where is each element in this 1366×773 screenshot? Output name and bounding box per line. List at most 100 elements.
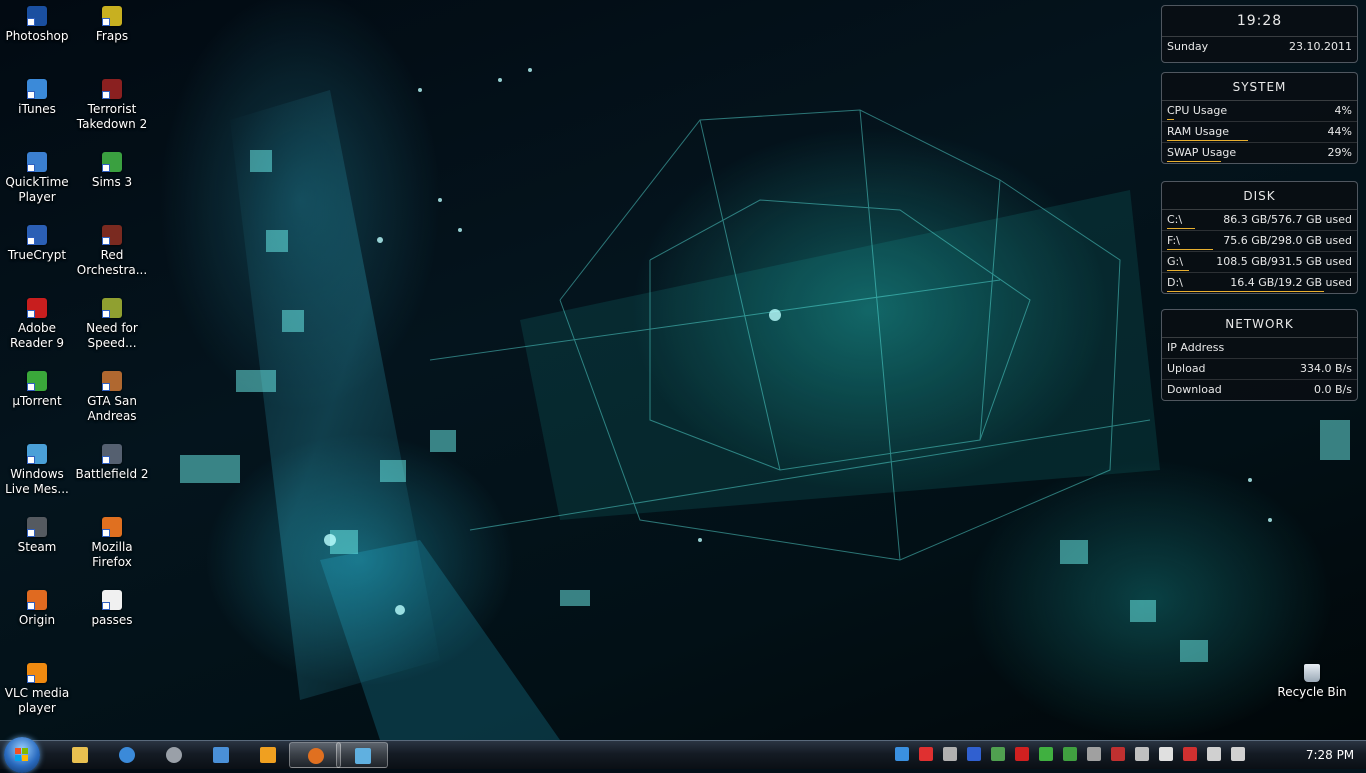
network-gadget[interactable]: NETWORK IP Address Upload 334.0 B/s Downloa… [1161, 309, 1358, 401]
desktop-icon-photoshop[interactable]: Photoshop [0, 6, 74, 44]
origin-tray-icon[interactable] [919, 747, 933, 761]
network-rows: IP Address Upload 334.0 B/s Download 0.0 B/s [1162, 338, 1357, 400]
network-row-upload: Upload 334.0 B/s [1162, 359, 1357, 380]
taskbar-button-firefox[interactable] [289, 742, 341, 768]
gadget-row-value: 29% [1327, 146, 1352, 159]
gadget-row-value: 0.0 B/s [1314, 383, 1352, 396]
gadget-row-value: 4% [1334, 104, 1352, 117]
media-player-icon [260, 747, 276, 763]
disk-row-d: D:\ 16.4 GB/19.2 GB used [1162, 273, 1357, 293]
disk-row-f: F:\ 75.6 GB/298.0 GB used [1162, 231, 1357, 252]
uplay-icon[interactable] [895, 747, 909, 761]
outlook-icon [213, 747, 229, 763]
adobe-reader-9-icon [27, 298, 47, 318]
desktop-icon-battlefield-2[interactable]: Battlefield 2 [75, 444, 149, 482]
desktop-icon-need-for-speed[interactable]: Need for Speed... [75, 298, 149, 351]
passes-icon [102, 590, 122, 610]
bluetooth-icon[interactable] [967, 747, 981, 761]
gadget-date: 23.10.2011 [1289, 40, 1352, 53]
gadget-row-value: 44% [1327, 125, 1352, 138]
desktop-icon-steam[interactable]: Steam [0, 517, 74, 555]
usage-bar [1167, 161, 1221, 162]
gadget-row-label: CPU Usage [1167, 104, 1228, 117]
drop-icon[interactable] [1135, 747, 1149, 761]
desktop-icon-adobe-reader-9[interactable]: Adobe Reader 9 [0, 298, 74, 351]
sims-3-icon [102, 152, 122, 172]
desktop-icon-terrorist-takedown-2[interactable]: Terrorist Takedown 2 [75, 79, 149, 132]
wifi-icon[interactable] [1039, 747, 1053, 761]
desktop-icon-itunes[interactable]: iTunes [0, 79, 74, 117]
taskbar-button-explorer[interactable] [54, 742, 106, 768]
usage-bar [1167, 291, 1324, 292]
desktop-icon-label: iTunes [18, 102, 56, 116]
desktop-icon-label: Mozilla Firefox [91, 540, 133, 569]
usage-bar [1167, 140, 1248, 141]
gadget-row-label: Download [1167, 383, 1222, 396]
system-title: SYSTEM [1162, 73, 1357, 101]
clock-gadget[interactable]: 19:28 Sunday 23.10.2011 [1161, 5, 1358, 63]
taskbar-button-steam[interactable] [148, 742, 200, 768]
disk-row-g: G:\ 108.5 GB/931.5 GB used [1162, 252, 1357, 273]
desktop-icon-label: Origin [18, 613, 56, 627]
gadget-day: Sunday [1167, 40, 1209, 53]
volume-icon[interactable] [1231, 747, 1245, 761]
steam-icon [166, 747, 182, 763]
power-icon[interactable] [1183, 747, 1197, 761]
network-app-icon [355, 748, 371, 764]
desktop-icon-label: passes [91, 613, 133, 627]
quicktime-player-icon [27, 152, 47, 172]
explorer-icon [72, 747, 88, 763]
photoshop-icon [27, 6, 47, 26]
desktop-icon-gta-san-andreas[interactable]: GTA San Andreas [75, 371, 149, 424]
taskbar-button-outlook[interactable] [195, 742, 247, 768]
recycle-bin[interactable]: Recycle Bin [1275, 664, 1349, 700]
desktop-icon-passes[interactable]: passes [75, 590, 149, 628]
origin-icon [27, 590, 47, 610]
vlc-media-player-icon [27, 663, 47, 683]
desktop-icon-label: GTA San Andreas [87, 394, 137, 423]
desktop-icon-sims-3[interactable]: Sims 3 [75, 152, 149, 190]
flag-icon[interactable] [1159, 747, 1173, 761]
desktop-icon-red-orchestra[interactable]: Red Orchestra... [75, 225, 149, 278]
monitor-icon[interactable] [991, 747, 1005, 761]
desktop-icon-label: Steam [17, 540, 57, 554]
network-row-ip-address: IP Address [1162, 338, 1357, 359]
taskbar-button-internet-explorer[interactable] [101, 742, 153, 768]
truecrypt-icon [27, 225, 47, 245]
taskbar-clock[interactable]: 7:28 PM [1300, 741, 1360, 769]
gadget-time: 19:28 [1162, 6, 1357, 37]
desktop-icon-origin[interactable]: Origin [0, 590, 74, 628]
gadget-row-value: 86.3 GB/576.7 GB used [1223, 213, 1352, 226]
game-icon[interactable] [1111, 747, 1125, 761]
desktop-icon-vlc-media-player[interactable]: VLC media player [0, 663, 74, 716]
media-icon[interactable] [943, 747, 957, 761]
gadget-row-label: SWAP Usage [1167, 146, 1237, 159]
usage-bar [1167, 249, 1213, 250]
firefox-icon [308, 748, 324, 764]
system-gadget[interactable]: SYSTEM CPU Usage 4% RAM Usage 44% SWAP Usage… [1161, 72, 1358, 164]
fraps-icon [102, 6, 122, 26]
gadget-row-value: 16.4 GB/19.2 GB used [1230, 276, 1352, 289]
desktop-icon-windows-live-mes[interactable]: Windows Live Mes... [0, 444, 74, 497]
ati-icon[interactable] [1015, 747, 1029, 761]
gadget-date-row: Sunday 23.10.2011 [1162, 37, 1357, 57]
desktop-icon-torrent[interactable]: µTorrent [0, 371, 74, 409]
system-row-cpu-usage: CPU Usage 4% [1162, 101, 1357, 122]
desktop-icon-label: Terrorist Takedown 2 [76, 102, 148, 131]
desktop-icon-label: Windows Live Mes... [5, 467, 69, 496]
desktop-icon-label: TrueCrypt [7, 248, 67, 262]
recycle-bin-icon [1304, 664, 1320, 682]
disk-title: DISK [1162, 182, 1357, 210]
desktop-icon-label: Need for Speed... [86, 321, 138, 350]
security-icon[interactable] [1063, 747, 1077, 761]
desktop-icon-mozilla-firefox[interactable]: Mozilla Firefox [75, 517, 149, 570]
signal-icon[interactable] [1207, 747, 1221, 761]
steam-tray-icon[interactable] [1087, 747, 1101, 761]
desktop-icon-quicktime-player[interactable]: QuickTime Player [0, 152, 74, 205]
taskbar-button-network-app[interactable] [336, 742, 388, 768]
gadget-row-value: 334.0 B/s [1300, 362, 1352, 375]
disk-gadget[interactable]: DISK C:\ 86.3 GB/576.7 GB used F:\ 75.6 GB/… [1161, 181, 1358, 294]
desktop-icon-truecrypt[interactable]: TrueCrypt [0, 225, 74, 263]
desktop-icon-fraps[interactable]: Fraps [75, 6, 149, 44]
taskbar-button-media-player[interactable] [242, 742, 294, 768]
